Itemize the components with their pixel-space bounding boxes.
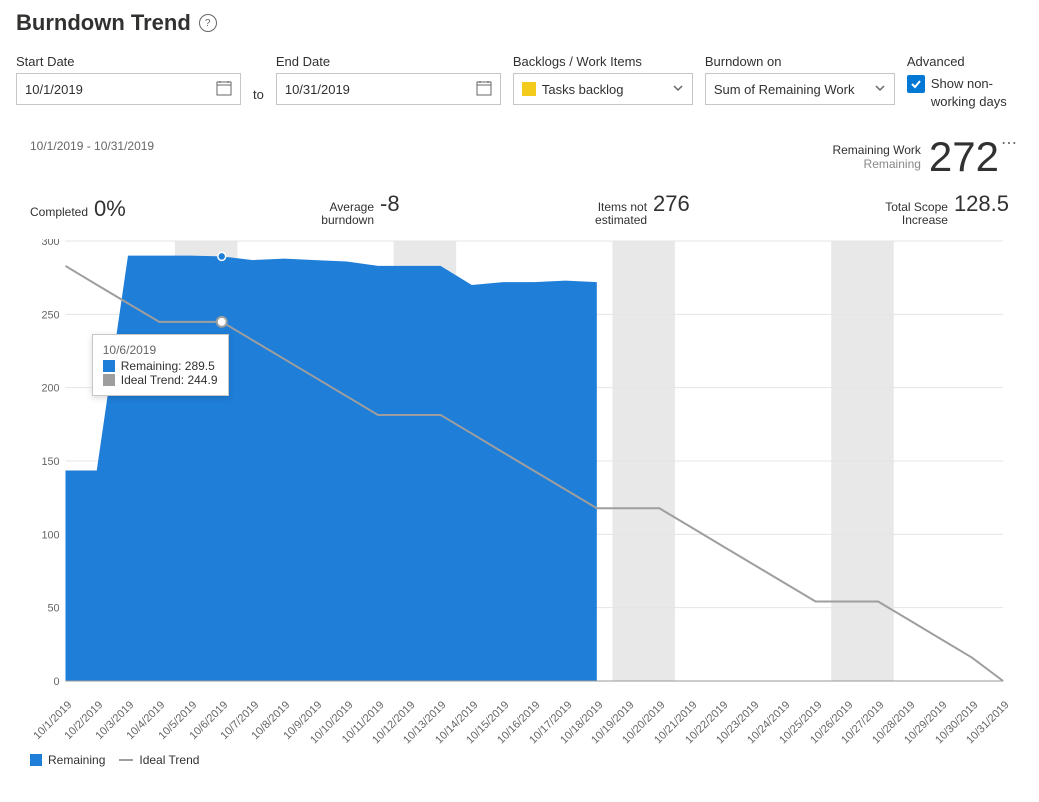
controls-row: Start Date 10/1/2019 to End Date 10/31/2… bbox=[16, 54, 1023, 111]
avg-value: -8 bbox=[380, 191, 400, 217]
svg-text:0: 0 bbox=[54, 676, 60, 688]
items-label-2: estimated bbox=[595, 214, 647, 227]
remaining-work-value: 272 bbox=[929, 133, 999, 181]
svg-text:300: 300 bbox=[41, 239, 59, 248]
items-value: 276 bbox=[653, 191, 690, 217]
calendar-icon bbox=[216, 80, 232, 99]
chart-more-menu[interactable]: ⋯ bbox=[1001, 133, 1019, 153]
chart-card: 10/1/2019 - 10/31/2019 ⋯ Remaining Work … bbox=[16, 129, 1023, 767]
burndown-chart: 0 50 100 150 200 250 300 bbox=[26, 239, 1013, 699]
legend-ideal-label: Ideal Trend bbox=[139, 753, 199, 767]
advanced-field: Advanced Show non-working days bbox=[907, 54, 1023, 111]
tooltip-date: 10/6/2019 bbox=[103, 343, 218, 357]
backlogs-label: Backlogs / Work Items bbox=[513, 54, 693, 69]
scope-label-2: Increase bbox=[885, 214, 948, 227]
start-date-value: 10/1/2019 bbox=[25, 82, 83, 97]
show-nonworking-label: Show non-working days bbox=[931, 75, 1023, 111]
svg-text:50: 50 bbox=[47, 603, 59, 615]
completed-label: Completed bbox=[30, 206, 88, 219]
remaining-work-label: Remaining Work bbox=[832, 143, 920, 157]
start-date-label: Start Date bbox=[16, 54, 241, 69]
show-nonworking-row[interactable]: Show non-working days bbox=[907, 75, 1023, 111]
backlogs-value: Tasks backlog bbox=[542, 82, 624, 97]
svg-text:200: 200 bbox=[41, 383, 59, 395]
metric-total-scope: Total Scope Increase 128.5 bbox=[885, 191, 1009, 227]
metric-items-not-estimated: Items not estimated 276 bbox=[595, 191, 690, 227]
end-date-field: End Date 10/31/2019 bbox=[276, 54, 501, 105]
chart-x-axis: 10/1/201910/2/201910/3/201910/4/201910/5… bbox=[26, 699, 1013, 749]
metric-avg-burndown: Average burndown -8 bbox=[321, 191, 399, 227]
backlogs-field: Backlogs / Work Items Tasks backlog bbox=[513, 54, 693, 105]
tasks-backlog-icon bbox=[522, 82, 536, 96]
to-label: to bbox=[253, 77, 264, 111]
end-date-input[interactable]: 10/31/2019 bbox=[276, 73, 501, 105]
chart-plot-area[interactable]: 0 50 100 150 200 250 300 10/6/2019 Remaining: … bbox=[26, 239, 1013, 699]
chart-legend: Remaining Ideal Trend bbox=[30, 753, 1023, 767]
scope-value: 128.5 bbox=[954, 191, 1009, 217]
page-header: Burndown Trend ? bbox=[16, 10, 1023, 36]
burndown-on-select[interactable]: Sum of Remaining Work bbox=[705, 73, 895, 105]
svg-text:150: 150 bbox=[41, 456, 59, 468]
advanced-label: Advanced bbox=[907, 54, 1023, 69]
chart-date-range: 10/1/2019 - 10/31/2019 bbox=[30, 139, 154, 153]
metric-completed: Completed 0% bbox=[30, 196, 126, 222]
burndown-on-field: Burndown on Sum of Remaining Work bbox=[705, 54, 895, 105]
start-date-field: Start Date 10/1/2019 bbox=[16, 54, 241, 105]
completed-value: 0% bbox=[94, 196, 126, 222]
legend-remaining-swatch bbox=[30, 754, 42, 766]
backlogs-select[interactable]: Tasks backlog bbox=[513, 73, 693, 105]
legend-remaining-label: Remaining bbox=[48, 753, 105, 767]
tooltip-ideal-swatch bbox=[103, 374, 115, 386]
legend-ideal: Ideal Trend bbox=[119, 753, 199, 767]
end-date-value: 10/31/2019 bbox=[285, 82, 350, 97]
calendar-icon bbox=[476, 80, 492, 99]
end-date-label: End Date bbox=[276, 54, 501, 69]
tooltip-ideal-text: Ideal Trend: 244.9 bbox=[121, 373, 218, 387]
tooltip-remaining-text: Remaining: 289.5 bbox=[121, 359, 215, 373]
burndown-on-value: Sum of Remaining Work bbox=[714, 82, 855, 97]
chevron-down-icon bbox=[874, 82, 886, 97]
legend-remaining: Remaining bbox=[30, 753, 105, 767]
page-title: Burndown Trend bbox=[16, 10, 191, 36]
tooltip-remaining-swatch bbox=[103, 360, 115, 372]
svg-text:100: 100 bbox=[41, 529, 59, 541]
show-nonworking-checkbox[interactable] bbox=[907, 75, 925, 93]
chevron-down-icon bbox=[672, 82, 684, 97]
chart-tooltip: 10/6/2019 Remaining: 289.5 Ideal Trend: … bbox=[92, 334, 229, 396]
remaining-sub-label: Remaining bbox=[832, 157, 920, 171]
avg-label-2: burndown bbox=[321, 214, 374, 227]
help-icon[interactable]: ? bbox=[199, 14, 217, 32]
legend-ideal-dash bbox=[119, 759, 133, 761]
burndown-on-label: Burndown on bbox=[705, 54, 895, 69]
svg-text:250: 250 bbox=[41, 309, 59, 321]
start-date-input[interactable]: 10/1/2019 bbox=[16, 73, 241, 105]
metric-remaining-work: Remaining Work Remaining 272 bbox=[832, 133, 999, 181]
